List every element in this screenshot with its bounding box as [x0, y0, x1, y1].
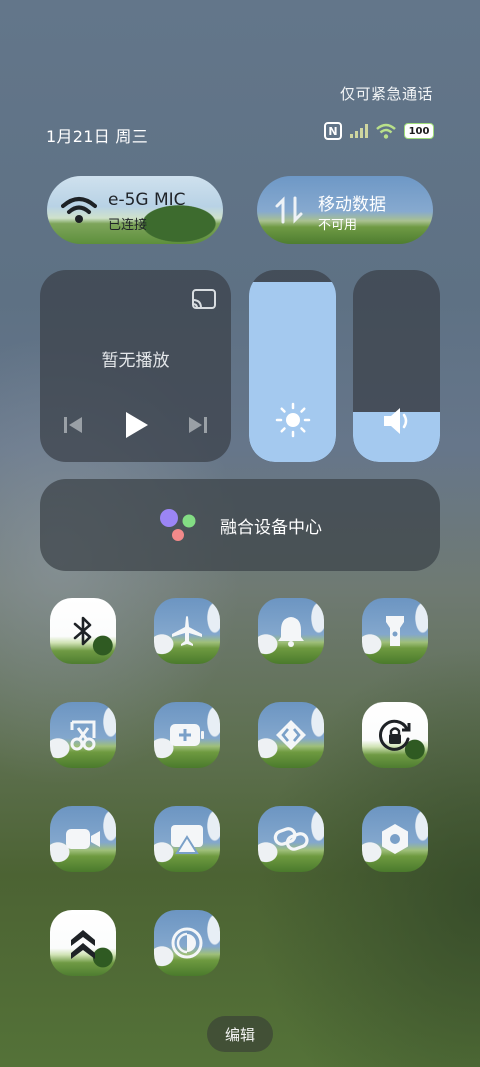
contrast-icon	[171, 927, 203, 959]
screen-record-icon	[66, 829, 100, 849]
projection-icon	[171, 825, 203, 854]
screen-record-toggle[interactable]	[50, 806, 116, 872]
media-controls	[62, 410, 209, 440]
wifi-name: e-5G MIC	[108, 190, 186, 210]
battery-saver-icon	[170, 724, 204, 746]
device-hub-button[interactable]: 融合设备中心	[40, 479, 440, 571]
wifi-toggle[interactable]: e-5G MIC 已连接	[47, 176, 223, 244]
screenshot-toggle[interactable]	[50, 702, 116, 768]
bluetooth-icon	[73, 616, 92, 646]
previous-track-icon[interactable]	[62, 415, 84, 435]
boost-icon	[71, 930, 95, 959]
wifi-status-icon	[376, 123, 396, 139]
airplane-toggle[interactable]	[154, 598, 220, 664]
rotation-lock-icon	[379, 719, 411, 751]
cast-icon[interactable]	[191, 288, 217, 310]
brightness-icon	[275, 402, 310, 438]
wifi-icon	[61, 197, 97, 223]
next-track-icon[interactable]	[187, 415, 209, 435]
screen-cast-toggle[interactable]	[258, 702, 324, 768]
device-hub-label: 融合设备中心	[220, 517, 322, 538]
contrast-toggle[interactable]	[154, 910, 220, 976]
brightness-slider[interactable]	[249, 270, 336, 462]
media-player-card[interactable]: 暂无播放	[40, 270, 231, 462]
link-icon	[273, 827, 309, 851]
bell-icon	[278, 617, 304, 647]
boost-toggle[interactable]	[50, 910, 116, 976]
edit-button[interactable]: 编辑	[207, 1016, 273, 1052]
link-toggle[interactable]	[258, 806, 324, 872]
status-bar-icons: N 100	[324, 122, 434, 140]
hexagon-settings-toggle[interactable]	[362, 806, 428, 872]
date-label: 1月21日 周三	[46, 127, 149, 146]
volume-slider[interactable]	[353, 270, 440, 462]
device-hub-icon	[160, 509, 196, 541]
sound-toggle[interactable]	[258, 598, 324, 664]
mobile-data-status: 不可用	[318, 218, 358, 233]
flashlight-toggle[interactable]	[362, 598, 428, 664]
battery-indicator: 100	[404, 123, 434, 139]
play-icon[interactable]	[122, 410, 150, 440]
battery-saver-toggle[interactable]	[154, 702, 220, 768]
wifi-status: 已连接	[108, 218, 148, 233]
screen-cast-icon	[276, 720, 306, 750]
screenshot-icon	[70, 720, 96, 751]
nfc-icon: N	[324, 122, 342, 140]
mobile-data-icon	[275, 196, 303, 224]
mobile-data-title: 移动数据	[318, 195, 386, 215]
speaker-icon	[383, 408, 407, 434]
signal-icon	[350, 124, 368, 138]
flashlight-icon	[386, 616, 404, 646]
hexagon-settings-icon	[382, 824, 408, 854]
airplane-icon	[172, 616, 202, 646]
bluetooth-toggle[interactable]	[50, 598, 116, 664]
media-status: 暂无播放	[101, 351, 170, 371]
rotation-lock-toggle[interactable]	[362, 702, 428, 768]
emergency-call-text: 仅可紧急通话	[339, 85, 433, 103]
mobile-data-toggle[interactable]: 移动数据 不可用	[257, 176, 433, 244]
projection-toggle[interactable]	[154, 806, 220, 872]
